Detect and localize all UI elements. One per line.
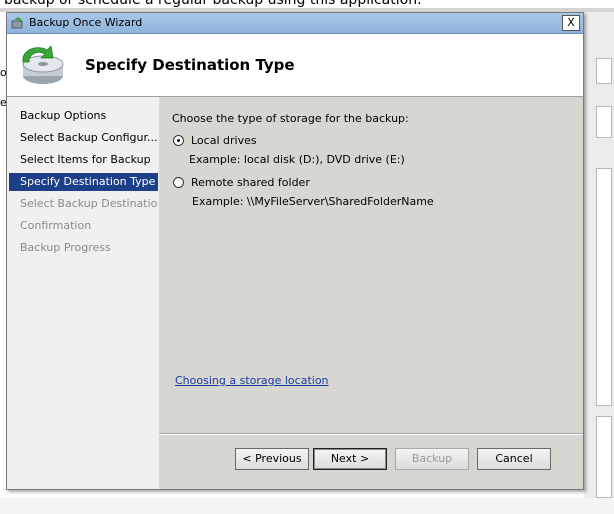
background-panel-box [596,106,612,138]
remote-shared-folder-label[interactable]: Remote shared folder [191,176,310,189]
title-bar[interactable]: Backup Once Wizard X [7,13,583,34]
remote-shared-folder-example: Example: \\MyFileServer\SharedFolderName [192,195,434,208]
background-instruction-text: backup or schedule a regular backup usin… [4,0,422,8]
background-panel-box [596,58,612,84]
nav-step-confirmation: Confirmation [20,219,92,232]
nav-step-select-backup-destination: Select Backup Destination [20,197,158,210]
nav-step-specify-destination-type[interactable]: Specify Destination Type [9,173,158,191]
background-bottom-strip [0,498,614,514]
nav-step-backup-options[interactable]: Backup Options [9,107,158,125]
backup-disk-icon [22,45,64,84]
previous-button[interactable]: < Previous [235,448,309,470]
backup-once-wizard-dialog: Backup Once Wizard X Specify Destination… [6,12,584,490]
local-drives-label[interactable]: Local drives [191,134,257,147]
wizard-content-panel: Choose the type of storage for the backu… [159,97,583,489]
remote-shared-folder-radio[interactable] [173,177,184,188]
close-button[interactable]: X [562,15,580,31]
backup-button: Backup [395,448,469,470]
storage-location-help-link[interactable]: Choosing a storage location [175,374,329,387]
dialog-title: Backup Once Wizard [29,16,143,29]
cancel-button[interactable]: Cancel [477,448,551,470]
storage-type-prompt: Choose the type of storage for the backu… [172,112,409,125]
wizard-header: Specify Destination Type [7,34,583,97]
wizard-steps-nav: Backup Options Select Backup Configur...… [7,97,158,489]
local-drives-radio[interactable] [173,135,184,146]
nav-step-backup-progress: Backup Progress [20,241,111,254]
next-button[interactable]: Next > [313,448,387,470]
backup-app-icon [11,17,23,29]
local-drives-example: Example: local disk (D:), DVD drive (E:) [189,153,405,166]
page-title: Specify Destination Type [85,56,295,74]
background-side-panel [584,12,614,514]
radio-selected-dot [177,139,180,142]
background-panel-box [596,168,612,406]
background-panel-box [596,416,612,498]
nav-step-select-items[interactable]: Select Items for Backup [9,151,158,169]
button-separator [159,433,583,435]
nav-step-select-backup-configuration[interactable]: Select Backup Configur... [9,129,158,147]
